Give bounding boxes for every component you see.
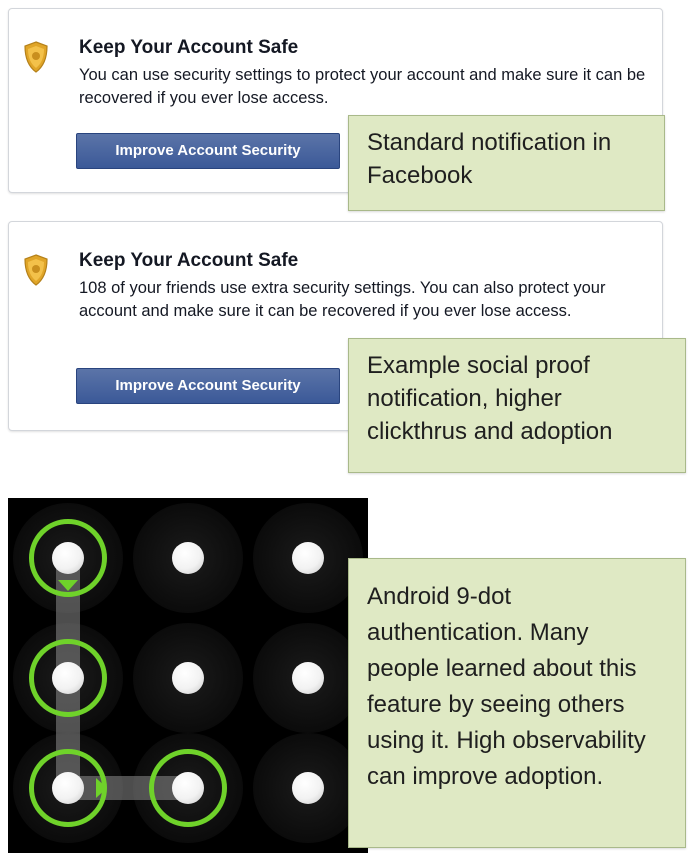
- direction-arrow-right-icon: [96, 778, 107, 798]
- card-body: 108 of your friends use extra security s…: [79, 279, 606, 320]
- pattern-node-4[interactable]: [52, 662, 84, 694]
- shield-icon: [24, 41, 48, 73]
- improve-security-button[interactable]: Improve Account Security: [76, 368, 340, 404]
- callout-standard-notification: Standard notification in Facebook: [348, 115, 665, 211]
- improve-security-button[interactable]: Improve Account Security: [76, 133, 340, 169]
- shield-icon: [24, 254, 48, 286]
- pattern-node-1[interactable]: [52, 542, 84, 574]
- pattern-node-6[interactable]: [292, 662, 324, 694]
- card-body: You can use security settings to protect…: [79, 66, 646, 107]
- direction-arrow-down-icon: [58, 580, 78, 591]
- callout-android-pattern: Android 9-dot authentication. Many peopl…: [348, 558, 686, 848]
- pattern-node-8[interactable]: [172, 772, 204, 804]
- pattern-node-9[interactable]: [292, 772, 324, 804]
- card-title: Keep Your Account Safe: [79, 250, 299, 271]
- card-title: Keep Your Account Safe: [79, 37, 299, 58]
- pattern-node-3[interactable]: [292, 542, 324, 574]
- callout-social-proof: Example social proof notification, highe…: [348, 338, 686, 473]
- pattern-node-5[interactable]: [172, 662, 204, 694]
- pattern-node-2[interactable]: [172, 542, 204, 574]
- android-pattern-lock[interactable]: [8, 498, 368, 853]
- pattern-node-7[interactable]: [52, 772, 84, 804]
